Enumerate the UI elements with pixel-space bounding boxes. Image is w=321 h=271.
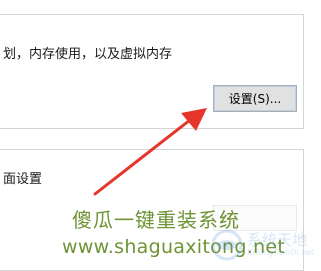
performance-settings-button[interactable]: 设置(S)... <box>213 85 297 112</box>
brand-logo-url: XiTongTianDi.net <box>247 248 315 257</box>
startup-description: 面设置 <box>3 172 43 187</box>
brand-logo: 系统天地 XiTongTianDi.net <box>210 228 320 266</box>
globe-icon <box>211 229 243 261</box>
performance-group: 划，内存使用，以及虚拟内存 设置(S)... <box>0 14 304 129</box>
brand-logo-text: 系统天地 <box>247 231 308 249</box>
performance-description: 划，内存使用，以及虚拟内存 <box>3 47 173 62</box>
